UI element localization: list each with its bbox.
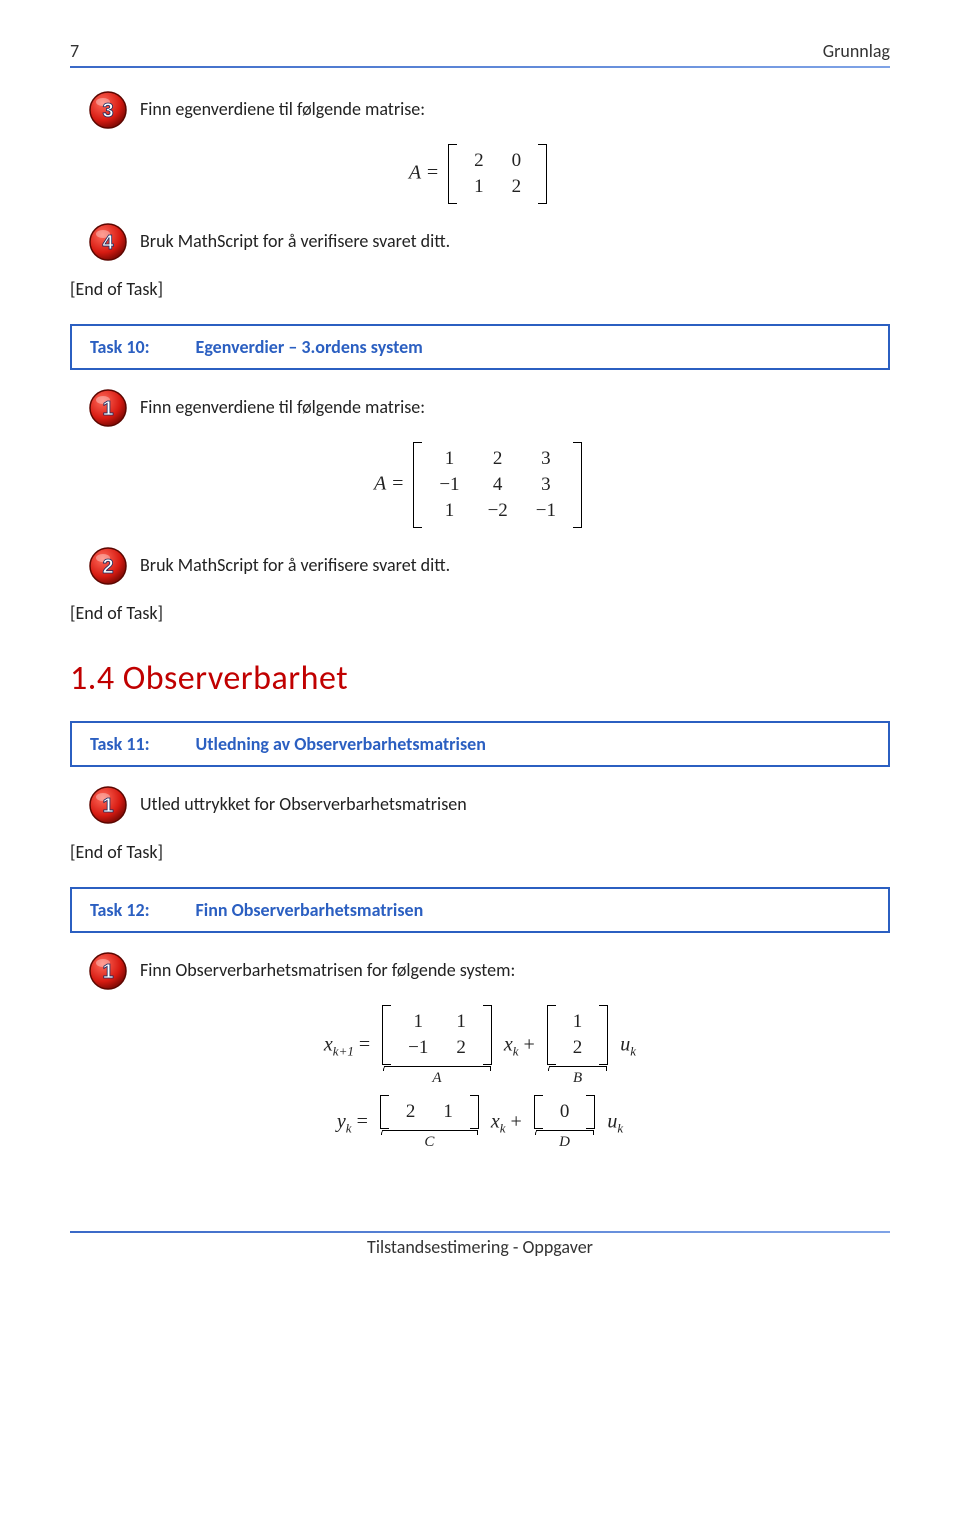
end-of-task: [End of Task] [70,278,890,300]
task-11-item-1-text: Utled uttrykket for Observerbarhetsmatri… [140,792,467,817]
task-10-name: Egenverdier – 3.ordens system [196,336,423,358]
task-12-item-1-text: Finn Observerbarhetsmatrisen for følgend… [140,958,515,983]
item-4-row: 4 Bruk MathScript for å verifisere svare… [88,222,890,262]
badge-2-icon: 2 [88,546,128,586]
svg-text:4: 4 [102,232,114,254]
item-4-text: Bruk MathScript for å verifisere svaret … [140,229,450,254]
svg-text:2: 2 [102,556,113,578]
task-12-item-1: 1 Finn Observerbarhetsmatrisen for følge… [88,951,890,991]
task-10-id: Task 10: [90,336,150,358]
badge-3-icon: 3 [88,90,128,130]
heading-title: Observerbarhet [123,658,348,699]
matrix-A-3x3: A = 123 −143 1−2−1 [70,442,890,528]
end-of-task: [End of Task] [70,602,890,624]
task-12-box: Task 12: Finn Observerbarhetsmatrisen [70,887,890,933]
matrix-label: A = [374,473,404,495]
task-11-name: Utledning av Observerbarhetsmatrisen [196,733,486,755]
svg-text:1: 1 [102,398,113,420]
task-10-item-1-text: Finn egenverdiene til følgende matrise: [140,395,425,420]
task-12-id: Task 12: [90,899,150,921]
svg-text:1: 1 [102,961,113,983]
matrix-body: 123 −143 1−2−1 [425,446,570,524]
svg-text:1: 1 [102,795,113,817]
matrix-A-2x2: A = 20 12 [70,144,890,204]
matrix-label: A = [409,162,439,184]
state-equation-2: yk = 21 C xk + 0 D uk [70,1095,890,1151]
badge-4-icon: 4 [88,222,128,262]
svg-text:3: 3 [102,100,113,122]
badge-1-icon: 1 [88,388,128,428]
badge-1-icon: 1 [88,951,128,991]
page-header: 7 Grunnlag [70,40,890,62]
section-title: Grunnlag [823,40,890,62]
task-12-name: Finn Observerbarhetsmatrisen [196,899,424,921]
task-10-box: Task 10: Egenverdier – 3.ordens system [70,324,890,370]
heading-observerbarhet: 1.4 Observerbarhet [70,658,890,699]
task-10-item-2-text: Bruk MathScript for å verifisere svaret … [140,553,450,578]
heading-number: 1.4 [70,658,115,699]
divider [70,66,890,68]
end-of-task: [End of Task] [70,841,890,863]
item-3-row: 3 Finn egenverdiene til følgende matrise… [88,90,890,130]
task-11-box: Task 11: Utledning av Observerbarhetsmat… [70,721,890,767]
page-number: 7 [70,40,79,62]
state-equation-1: xk+1 = 11 −12 A xk + 1 2 B uk [70,1005,890,1151]
task-10-item-1: 1 Finn egenverdiene til følgende matrise… [88,388,890,428]
item-3-text: Finn egenverdiene til følgende matrise: [140,97,425,122]
footer-text: Tilstandsestimering - Oppgaver [70,1236,890,1258]
task-10-item-2: 2 Bruk MathScript for å verifisere svare… [88,546,890,586]
badge-1-icon: 1 [88,785,128,825]
task-11-item-1: 1 Utled uttrykket for Observerbarhetsmat… [88,785,890,825]
matrix-body: 20 12 [460,148,535,200]
footer-divider [70,1231,890,1233]
task-11-id: Task 11: [90,733,150,755]
